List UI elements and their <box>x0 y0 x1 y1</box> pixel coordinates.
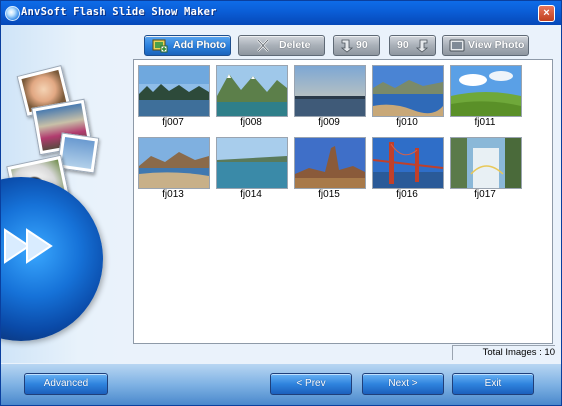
photo-name: fj008 <box>240 117 262 128</box>
rotate-left-icon <box>340 39 354 53</box>
dusk-lake-photo <box>294 65 366 117</box>
add-photo-icon <box>152 39 168 53</box>
photo-thumbnail[interactable]: fj009 <box>293 62 366 128</box>
fast-forward-icon <box>4 228 53 264</box>
beach-photo <box>138 137 210 189</box>
photo-name: fj017 <box>474 189 496 200</box>
rotate-left-label: 90 <box>356 39 368 51</box>
rotate-right-icon <box>415 39 429 53</box>
delete-label: Delete <box>279 39 311 51</box>
view-photo-label: View Photo <box>468 39 525 51</box>
photo-thumbnail[interactable]: fj010 <box>371 62 444 128</box>
lake-shore-photo <box>372 65 444 117</box>
meadow-photo <box>450 65 522 117</box>
title-bar[interactable]: AnvSoft Flash Slide Show Maker × <box>1 1 561 25</box>
advanced-button[interactable]: Advanced <box>24 373 108 395</box>
rock-formation-photo <box>294 137 366 189</box>
photo-thumbnail[interactable]: fj016 <box>371 134 444 200</box>
photo-name: fj013 <box>162 189 184 200</box>
photo-thumbnail[interactable]: fj014 <box>215 134 288 200</box>
photo-thumbnail[interactable]: fj017 <box>449 134 522 200</box>
view-photo-icon <box>449 39 465 52</box>
photo-name: fj009 <box>318 117 340 128</box>
add-photo-label: Add Photo <box>173 39 227 51</box>
rotate-right-button[interactable]: 90 <box>389 35 436 56</box>
add-photo-button[interactable]: Add Photo <box>144 35 231 56</box>
rotate-left-button[interactable]: 90 <box>333 35 380 56</box>
waterfall-photo <box>450 137 522 189</box>
app-icon <box>5 6 20 21</box>
lake-photo <box>138 65 210 117</box>
mountain-lake-photo <box>216 65 288 117</box>
photo-name: fj016 <box>396 189 418 200</box>
photo-name: fj010 <box>396 117 418 128</box>
exit-label: Exit <box>484 378 502 389</box>
photo-name: fj014 <box>240 189 262 200</box>
river-photo <box>216 137 288 189</box>
photo-name: fj011 <box>474 117 496 128</box>
photo-thumbnail[interactable]: fj007 <box>137 62 210 128</box>
delete-button[interactable]: Delete <box>238 35 325 56</box>
close-button[interactable]: × <box>538 5 555 22</box>
window-title: AnvSoft Flash Slide Show Maker <box>21 6 217 18</box>
next-button[interactable]: Next > <box>362 373 444 395</box>
photo-thumbnail[interactable]: fj015 <box>293 134 366 200</box>
photo-list-panel[interactable]: fj007 fj008 fj009 fj010 fj011 fj013 fj01… <box>133 59 553 344</box>
exit-button[interactable]: Exit <box>452 373 534 395</box>
photo-name: fj007 <box>162 117 184 128</box>
bridge-photo <box>372 137 444 189</box>
view-photo-button[interactable]: View Photo <box>442 35 529 56</box>
app-window: AnvSoft Flash Slide Show Maker × Add Pho… <box>0 0 562 406</box>
prev-label: < Prev <box>296 378 326 389</box>
photo-name: fj015 <box>318 189 340 200</box>
delete-icon <box>257 39 269 52</box>
prev-button[interactable]: < Prev <box>270 373 352 395</box>
photo-thumbnail[interactable]: fj008 <box>215 62 288 128</box>
rotate-right-label: 90 <box>397 39 409 51</box>
photo-thumbnail[interactable]: fj011 <box>449 62 522 128</box>
total-images-count: Total Images : 10 <box>452 345 555 360</box>
photo-thumbnail[interactable]: fj013 <box>137 134 210 200</box>
next-label: Next > <box>388 378 418 389</box>
advanced-label: Advanced <box>43 378 89 389</box>
